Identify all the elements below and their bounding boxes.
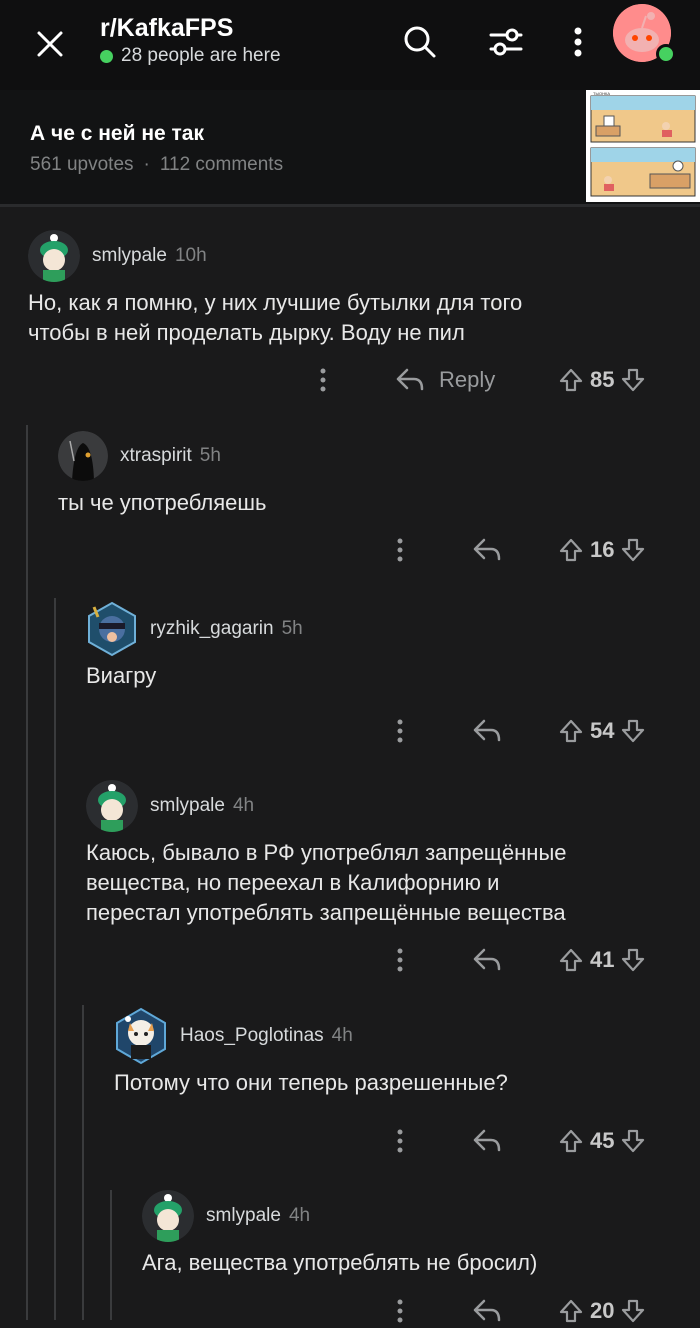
online-count: 28 people are here — [100, 45, 281, 67]
comment-body: Но, как я помню, у них лучшие бутылки дл… — [28, 290, 523, 345]
vote-controls: 45 — [558, 1128, 646, 1154]
vote-count: 20 — [590, 1298, 615, 1323]
post-thumbnail[interactable]: ТЫОНКА — [586, 90, 700, 202]
vote-count: 54 — [590, 718, 615, 743]
more-options-icon[interactable] — [558, 22, 598, 62]
online-text: 28 people are here — [121, 45, 281, 66]
upvote-icon[interactable] — [558, 537, 584, 563]
online-status-dot — [656, 44, 676, 64]
comment-body: ты че употребляешь — [58, 490, 267, 515]
comment-time: 5h — [281, 618, 303, 639]
reply-icon[interactable] — [472, 718, 502, 744]
comment-actions: 20 — [0, 1294, 700, 1328]
upvote-icon[interactable] — [558, 367, 584, 393]
more-options-icon[interactable] — [318, 366, 328, 394]
sort-filter-icon[interactable] — [486, 22, 526, 62]
avatar[interactable] — [58, 431, 108, 481]
vote-controls: 41 — [558, 947, 646, 973]
search-icon[interactable] — [400, 22, 440, 62]
more-options-icon[interactable] — [395, 717, 405, 745]
comment-time: 4h — [331, 1025, 353, 1046]
reply-icon[interactable] — [472, 1128, 502, 1154]
comment-actions: Reply 85 — [0, 363, 700, 397]
avatar[interactable] — [28, 230, 80, 282]
downvote-icon[interactable] — [620, 1128, 646, 1154]
comment-actions: 41 — [0, 943, 700, 977]
comment-time: 4h — [288, 1205, 311, 1226]
avatar[interactable] — [86, 780, 138, 832]
reply-icon[interactable] — [472, 537, 502, 563]
reply-label: Reply — [439, 367, 496, 392]
comment: ryzhik_gagarin 5h Виагру — [86, 601, 686, 691]
comment: xtraspirit 5h ты че употребляешь — [58, 430, 678, 518]
thread-line[interactable] — [82, 1005, 84, 1320]
upvote-icon[interactable] — [558, 947, 584, 973]
upvote-icon[interactable] — [558, 1128, 584, 1154]
comment-actions: 54 — [0, 714, 700, 748]
avatar[interactable] — [114, 1007, 168, 1065]
comment-author[interactable]: Haos_Poglotinas — [180, 1025, 324, 1047]
downvote-icon[interactable] — [620, 947, 646, 973]
avatar[interactable] — [142, 1190, 194, 1242]
comment-author[interactable]: smlypale — [150, 795, 225, 817]
close-icon[interactable] — [34, 28, 66, 60]
comment-body: Каюсь, бывало в РФ употреблял запрещённы… — [86, 840, 567, 925]
downvote-icon[interactable] — [620, 718, 646, 744]
more-options-icon[interactable] — [395, 1127, 405, 1155]
comment-time: 5h — [199, 445, 221, 466]
reply-button[interactable]: Reply — [395, 367, 495, 393]
comment-count: 112 comments — [159, 154, 284, 175]
comment: Haos_Poglotinas 4h Потому что они теперь… — [114, 1007, 684, 1098]
vote-controls: 16 — [558, 537, 646, 563]
vote-count: 41 — [590, 947, 615, 972]
comment-time: 4h — [232, 795, 255, 816]
upvote-icon[interactable] — [558, 1298, 584, 1324]
post-summary[interactable]: А че с ней не так 561 upvotes · 112 commen… — [0, 90, 700, 207]
comment-author[interactable]: ryzhik_gagarin — [150, 618, 274, 640]
comment-actions: 16 — [0, 533, 700, 567]
reply-icon — [396, 368, 424, 391]
more-options-icon[interactable] — [395, 946, 405, 974]
reply-icon[interactable] — [472, 1298, 502, 1324]
downvote-icon[interactable] — [620, 537, 646, 563]
comment-author[interactable]: xtraspirit — [120, 445, 192, 467]
upvote-count: 561 upvotes — [30, 154, 134, 175]
post-meta: 561 upvotes · 112 comments — [30, 154, 283, 176]
top-bar: r/KafkaFPS 28 people are here — [0, 0, 700, 90]
comment-author[interactable]: smlypale — [206, 1205, 281, 1227]
post-title[interactable]: А че с ней не так — [30, 122, 204, 146]
vote-count: 85 — [590, 367, 615, 392]
comment-body: Ага, вещества употреблять не бросил) — [142, 1250, 538, 1275]
downvote-icon[interactable] — [620, 1298, 646, 1324]
comment: smlypale 4h Ага, вещества употреблять не… — [142, 1190, 682, 1278]
comment: smlypale 10h Но, как я помню, у них лучш… — [28, 230, 678, 348]
vote-controls: 85 — [558, 367, 646, 393]
reply-icon[interactable] — [472, 947, 502, 973]
comment-body: Потому что они теперь разрешенные? — [114, 1070, 508, 1095]
upvote-icon[interactable] — [558, 718, 584, 744]
vote-controls: 54 — [558, 718, 646, 744]
comment-author[interactable]: smlypale — [92, 245, 167, 267]
vote-count: 45 — [590, 1128, 615, 1153]
vote-count: 16 — [590, 537, 615, 562]
comment-body: Виагру — [86, 663, 157, 688]
online-dot-icon — [100, 49, 113, 63]
subreddit-name[interactable]: r/KafkaFPS — [100, 14, 233, 43]
comment: smlypale 4h Каюсь, бывало в РФ употребля… — [86, 780, 686, 928]
comment-actions: 45 — [0, 1124, 700, 1158]
thumb-caption: ТЫОНКА — [593, 91, 610, 96]
more-options-icon[interactable] — [395, 1297, 405, 1325]
meta-separator: · — [143, 154, 150, 175]
avatar[interactable] — [86, 601, 138, 657]
more-options-icon[interactable] — [395, 536, 405, 564]
comment-time: 10h — [174, 245, 207, 266]
vote-controls: 20 — [558, 1298, 646, 1324]
downvote-icon[interactable] — [620, 367, 646, 393]
